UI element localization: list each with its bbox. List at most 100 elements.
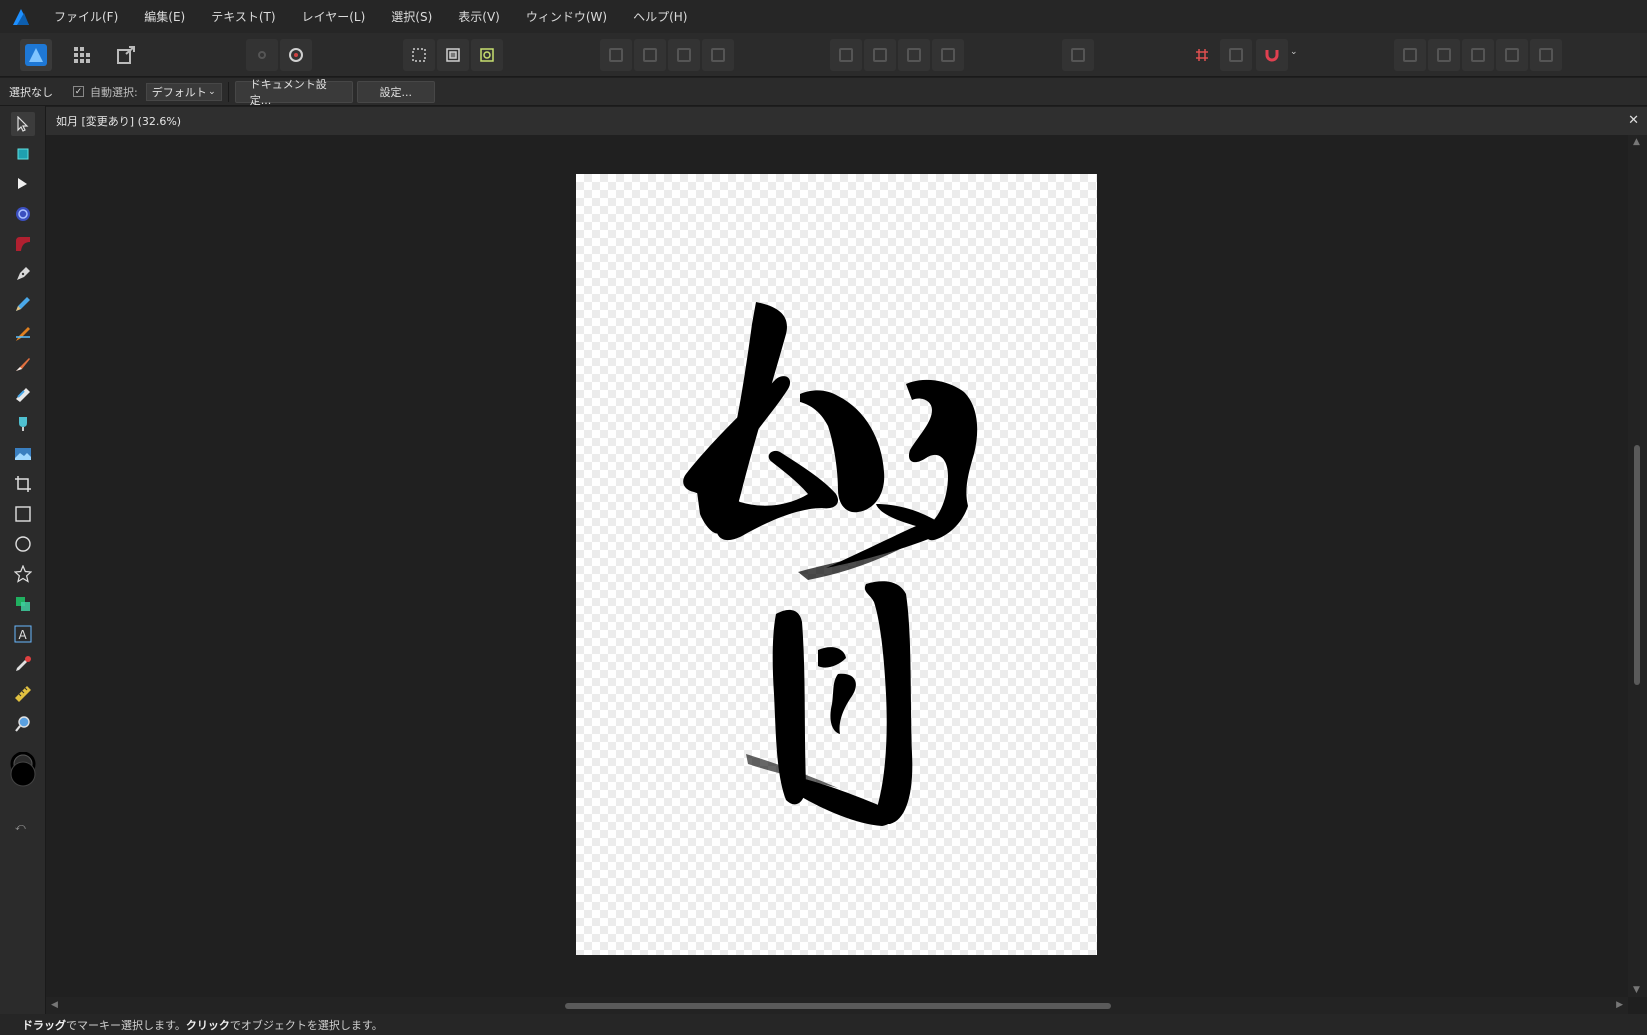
close-icon[interactable]: ✕ [1628,113,1639,128]
ellipse-icon [15,536,31,552]
document-tab[interactable]: 如月 [変更あり] (32.6%) ✕ [46,107,1647,135]
fill-tool[interactable] [11,412,35,436]
boolean-divide-icon [1539,48,1553,62]
vector-brush-icon [16,327,30,341]
tools-panel: A ⤺ [0,106,46,1014]
move-tool[interactable] [11,112,35,136]
arrange-icon-2 [643,48,657,62]
fill-bucket-icon [19,417,27,431]
scroll-down-arrow-icon[interactable]: ▼ [1633,985,1640,995]
brush-icon [16,358,30,371]
ruler-icon [15,686,31,702]
calligraphy-artwork[interactable] [576,174,1097,955]
boolean-add-button[interactable] [1394,39,1426,71]
menu-window[interactable]: ウィンドウ(W) [526,8,607,25]
boolean-intersect-button[interactable] [1462,39,1494,71]
flip-button-2[interactable] [864,39,896,71]
text-tool[interactable]: A [11,622,35,646]
menu-edit[interactable]: 編集(E) [144,8,185,25]
boolean-xor-icon [1505,48,1519,62]
menu-file[interactable]: ファイル(F) [54,8,118,25]
star-tool[interactable] [11,562,35,586]
bounding-box-icon [412,48,426,62]
rotate-icon-1 [907,48,921,62]
canvas-area[interactable] [46,135,1628,997]
export-persona-button[interactable] [110,39,142,71]
pixel-persona-button[interactable] [66,39,98,71]
color-picker-tool[interactable] [11,652,35,676]
designer-persona-button[interactable] [20,39,52,71]
pencil-tool[interactable] [11,292,35,316]
point-transform-tool[interactable] [11,202,35,226]
pixel-brush-tool[interactable] [11,382,35,406]
status-drag-text: でマーキー選択します。 [66,1018,186,1032]
affinity-designer-logo-icon [10,6,32,28]
arrange-button-1[interactable] [600,39,632,71]
settings-gear-button[interactable] [280,39,312,71]
menu-view[interactable]: 表示(V) [458,8,500,25]
transform-origin-button[interactable] [437,39,469,71]
text-frame-icon: A [14,625,32,643]
crop-tool[interactable] [11,472,35,496]
horizontal-scroll-thumb[interactable] [565,1003,1111,1009]
place-image-tool[interactable] [11,442,35,466]
pixel-grid-icon [74,47,90,63]
vertical-scroll-thumb[interactable] [1634,445,1640,685]
flip-button-1[interactable] [830,39,862,71]
color-swatches[interactable] [9,751,37,792]
horizontal-scrollbar[interactable]: ◀ ▶ [46,997,1628,1014]
boolean-intersect-icon [1471,48,1485,62]
menu-help[interactable]: ヘルプ(H) [633,8,687,25]
scroll-right-arrow-icon[interactable]: ▶ [1616,1000,1623,1010]
vector-brush-tool[interactable] [11,322,35,346]
menu-text[interactable]: テキスト(T) [211,8,275,25]
rotate-button-2[interactable] [932,39,964,71]
selection-mode-button[interactable] [471,39,503,71]
align-button[interactable] [1062,39,1094,71]
scroll-left-arrow-icon[interactable]: ◀ [51,1000,58,1010]
ellipse-tool[interactable] [11,532,35,556]
status-bar: ドラッグ でマーキー選択します。 クリック でオブジェクトを選択します。 [0,1014,1647,1035]
vertical-scrollbar[interactable]: ▲ ▼ [1628,135,1647,997]
pen-tool[interactable] [11,262,35,286]
auto-select-dropdown[interactable]: デフォルト ⌄ [145,82,222,101]
pixel-brush-icon [16,388,30,402]
artboard-tool[interactable] [11,142,35,166]
svg-text:A: A [19,628,28,642]
shape-builder-tool[interactable] [11,592,35,616]
arrange-button-4[interactable] [702,39,734,71]
snapping-grid-button[interactable] [1186,39,1218,71]
snap-bounding-box-button[interactable] [403,39,435,71]
auto-select-checkbox[interactable]: ✓ [73,86,84,97]
boolean-divide-button[interactable] [1530,39,1562,71]
geometry-button-1[interactable] [246,39,278,71]
arrange-button-3[interactable] [668,39,700,71]
snapping-grid-icon [1196,49,1208,61]
circle-icon [258,51,266,59]
settings-button[interactable]: 設定... [356,80,435,103]
selection-status: 選択なし [9,85,53,99]
corner-tool[interactable] [11,232,35,256]
arrange-button-2[interactable] [634,39,666,71]
rotate-button-1[interactable] [898,39,930,71]
chevron-down-icon[interactable]: ⌄ [1290,47,1298,57]
node-tool[interactable] [11,172,35,196]
zoom-tool[interactable] [11,712,35,736]
eyedropper-icon [16,656,31,671]
artboard-transparent[interactable] [576,174,1097,955]
document-setup-button[interactable]: ドキュメント設定... [234,78,353,107]
boolean-subtract-button[interactable] [1428,39,1460,71]
rectangle-tool[interactable] [11,502,35,526]
paint-brush-tool[interactable] [11,352,35,376]
status-click-keyword: クリック [185,1018,230,1032]
measure-tool[interactable] [11,682,35,706]
snapping-magnet-button[interactable] [1256,39,1288,71]
scroll-up-arrow-icon[interactable]: ▲ [1633,137,1640,147]
menu-layer[interactable]: レイヤー(L) [302,8,366,25]
snapping-options-button[interactable] [1220,39,1252,71]
swap-colors-icon[interactable]: ⤺ [15,822,26,833]
crop-icon [15,476,31,492]
menu-select[interactable]: 選択(S) [391,8,432,25]
boolean-xor-button[interactable] [1496,39,1528,71]
shape-builder-icon [16,597,30,611]
